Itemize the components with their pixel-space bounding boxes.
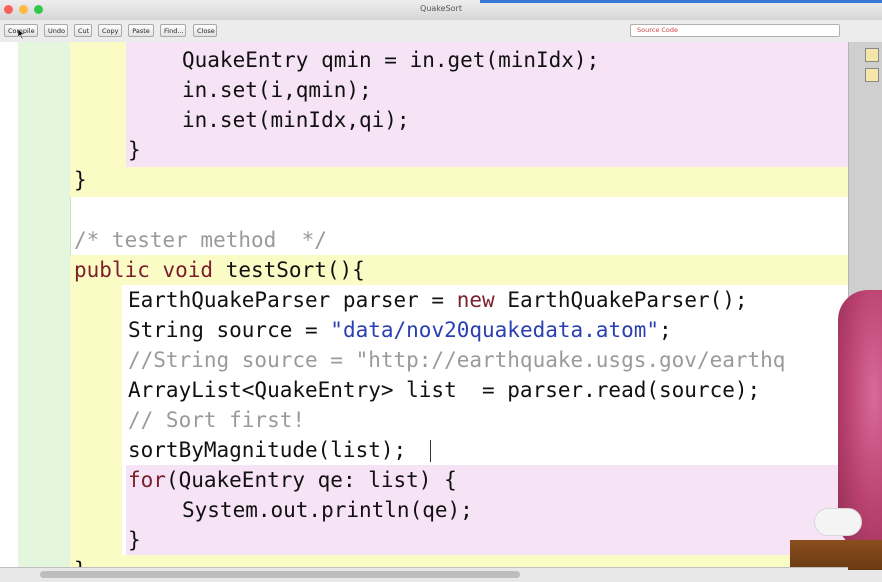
- code-keyword: for: [128, 468, 166, 492]
- code-line: ArrayList<QuakeEntry> list = parser.read…: [128, 375, 760, 405]
- code-text: }: [74, 168, 87, 192]
- code-line: System.out.println(qe);: [182, 495, 473, 525]
- method-body-margin: [70, 285, 122, 567]
- horizontal-scrollbar[interactable]: [0, 567, 848, 582]
- code-comment: /* tester method */: [74, 228, 327, 252]
- code-text: ArrayList<QuakeEntry> list = parser.read…: [128, 378, 761, 402]
- code-comment: // Sort first!: [128, 408, 306, 432]
- close-button[interactable]: Close: [193, 24, 217, 37]
- code-keyword: public void: [74, 258, 214, 282]
- code-line: in.set(i,qmin);: [182, 75, 372, 105]
- undo-button[interactable]: Undo: [44, 24, 68, 37]
- class-file-icon[interactable]: [865, 68, 879, 82]
- scrollbar-thumb[interactable]: [40, 571, 520, 578]
- method-end-scope: [70, 555, 848, 567]
- code-line: // Sort first!: [128, 405, 305, 435]
- code-line: in.set(minIdx,qi);: [182, 105, 410, 135]
- code-text: String source =: [128, 318, 331, 342]
- code-text: in.set(minIdx,qi);: [182, 108, 410, 132]
- code-keyword: new: [456, 288, 495, 312]
- code-line: QuakeEntry qmin = in.get(minIdx);: [182, 45, 599, 75]
- code-comment: //String source = "http://earthquake.usg…: [128, 348, 786, 372]
- code-line: public void testSort(){: [74, 255, 365, 285]
- code-line: }: [74, 165, 87, 195]
- code-text: ;: [659, 318, 672, 342]
- cut-button[interactable]: Cut: [74, 24, 92, 37]
- window-titlebar: QuakeSort: [0, 0, 882, 21]
- code-text: in.set(i,qmin);: [182, 78, 372, 102]
- code-line: }: [74, 555, 87, 567]
- code-line: sortByMagnitude(list);: [128, 435, 406, 465]
- editor-toolbar: Compile Undo Cut Copy Paste Find... Clos…: [0, 20, 882, 43]
- computer-mouse: [814, 508, 862, 536]
- code-line: EarthQuakeParser parser = new EarthQuake…: [128, 285, 748, 315]
- text-caret: [430, 440, 431, 462]
- code-text: }: [74, 558, 87, 567]
- copy-button[interactable]: Copy: [98, 24, 122, 37]
- code-text: testSort(){: [213, 258, 365, 282]
- code-text: QuakeEntry qmin = in.get(minIdx);: [182, 48, 600, 72]
- code-text: System.out.println(qe);: [182, 498, 473, 522]
- code-text: EarthQuakeParser parser =: [128, 288, 457, 312]
- code-text: (QuakeEntry qe: list) {: [165, 468, 457, 492]
- code-text: EarthQuakeParser();: [494, 288, 748, 312]
- code-line: }: [128, 135, 141, 165]
- code-text: sortByMagnitude(list);: [128, 438, 407, 462]
- find-button[interactable]: Find...: [160, 24, 186, 37]
- code-string: "data/nov20quakedata.atom": [330, 318, 660, 342]
- class-file-icon[interactable]: [865, 48, 879, 62]
- code-line: }: [128, 525, 141, 555]
- mouse-pointer-icon: [18, 29, 25, 39]
- code-editor[interactable]: QuakeEntry qmin = in.get(minIdx); in.set…: [0, 42, 848, 567]
- code-line: /* tester method */: [74, 225, 327, 255]
- code-text: }: [128, 138, 141, 162]
- code-text: }: [128, 528, 141, 552]
- code-line: //String source = "http://earthquake.usg…: [128, 345, 785, 375]
- code-line: for(QuakeEntry qe: list) {: [128, 465, 457, 495]
- paste-button[interactable]: Paste: [128, 24, 154, 37]
- view-mode-select[interactable]: Source Code: [630, 24, 840, 37]
- code-line: String source = "data/nov20quakedata.ato…: [128, 315, 672, 345]
- line-gutter: [18, 42, 71, 567]
- background-window-strip: [480, 0, 882, 3]
- desk-surface: [790, 540, 882, 570]
- window-title: QuakeSort: [420, 4, 462, 13]
